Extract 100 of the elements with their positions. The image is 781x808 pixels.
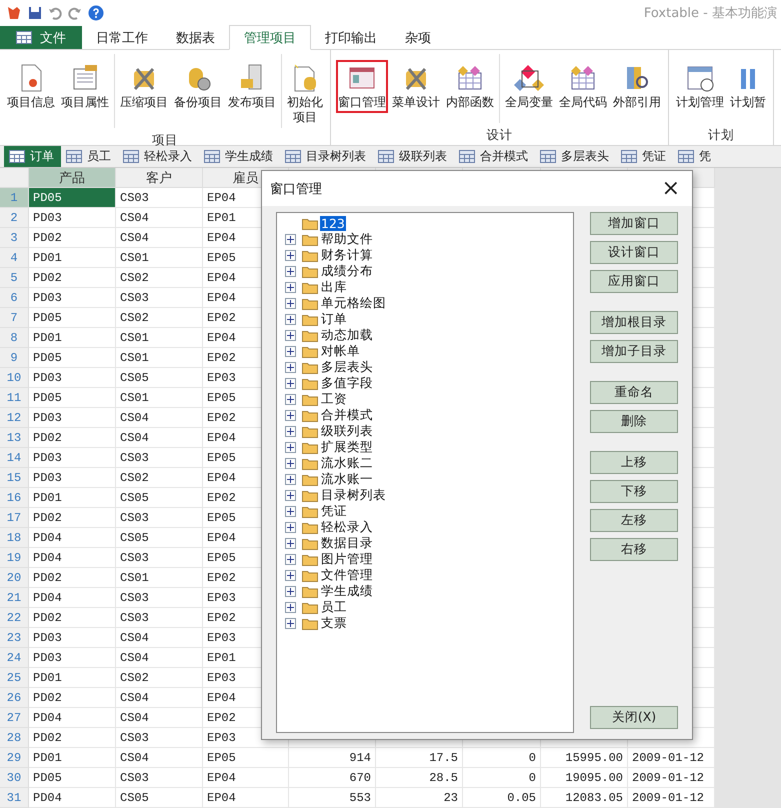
expand-icon[interactable] [285,314,296,324]
expand-icon[interactable] [285,298,296,308]
table-tab[interactable]: 目录树列表 [280,146,373,167]
row-number[interactable]: 25 [0,668,29,688]
row-number[interactable]: 12 [0,408,29,428]
expand-icon[interactable] [285,394,296,404]
ribbon-button[interactable]: 发布项目 [226,60,278,113]
ribbon-button[interactable]: 全局变量 [503,60,555,113]
tree-item[interactable]: 图片管理 [320,550,374,568]
ribbon-button[interactable]: 计划暂 [728,60,768,113]
tree-item[interactable]: 扩展类型 [320,438,374,456]
ribbon-tab[interactable]: 杂项 [391,26,445,49]
tree-item[interactable]: 对帐单 [320,342,361,360]
ribbon-button[interactable]: 备份项目 [172,60,224,113]
table-tab[interactable]: 级联列表 [373,146,454,167]
row-number[interactable]: 17 [0,508,29,528]
row-number[interactable]: 23 [0,628,29,648]
tree-item[interactable]: 财务计算 [320,246,374,264]
row-number[interactable]: 15 [0,468,29,488]
row-number[interactable]: 16 [0,488,29,508]
table-tab[interactable]: 员工 [61,146,118,167]
row-number[interactable]: 2 [0,208,29,228]
row-number[interactable]: 4 [0,248,29,268]
row-number[interactable]: 26 [0,688,29,708]
row-number[interactable]: 24 [0,648,29,668]
expand-icon[interactable] [285,538,296,548]
row-number[interactable]: 14 [0,448,29,468]
expand-icon[interactable] [285,570,296,580]
expand-icon[interactable] [285,490,296,500]
row-number[interactable]: 7 [0,308,29,328]
ribbon-button[interactable]: 窗口管理 [336,60,388,113]
tree-item[interactable]: 轻松录入 [320,518,374,536]
tree-item[interactable]: 流水账二 [320,454,374,472]
dialog-button[interactable]: 应用窗口 [590,270,678,293]
expand-icon[interactable] [285,474,296,484]
ribbon-button[interactable]: 外部引用 [611,60,663,113]
dialog-button[interactable]: 下移 [590,480,678,503]
row-number[interactable]: 6 [0,288,29,308]
expand-icon[interactable] [285,250,296,260]
ribbon-button[interactable]: 菜单设计 [390,60,442,113]
tree-item[interactable]: 凭证 [320,502,348,520]
tree-item[interactable]: 订单 [320,310,348,328]
tree-item[interactable]: 文件管理 [320,566,374,584]
tree-item[interactable]: 多层表头 [320,358,374,376]
column-header[interactable]: 产品 [29,168,116,188]
row-number[interactable]: 13 [0,428,29,448]
ribbon-tab[interactable]: 数据表 [162,26,229,49]
expand-icon[interactable] [285,266,296,276]
dialog-button[interactable]: 增加子目录 [590,340,678,363]
dialog-button[interactable]: 删除 [590,410,678,433]
row-number[interactable]: 3 [0,228,29,248]
ribbon-tab[interactable]: 打印输出 [311,26,391,49]
table-tab[interactable]: 轻松录入 [118,146,199,167]
tree-item[interactable]: 支票 [320,614,348,632]
tree-item[interactable]: 员工 [320,598,348,616]
row-number[interactable]: 10 [0,368,29,388]
column-header[interactable]: 客户 [116,168,203,188]
dialog-button[interactable]: 左移 [590,509,678,532]
expand-icon[interactable] [285,378,296,388]
dialog-button[interactable]: 增加根目录 [590,311,678,334]
table-tab[interactable]: 学生成绩 [199,146,280,167]
tree-item[interactable]: 工资 [320,390,348,408]
redo-icon[interactable] [68,6,82,20]
dialog-button[interactable]: 右移 [590,538,678,561]
ribbon-button[interactable]: 全局代码 [557,60,609,113]
table-tab[interactable]: 凭 [673,146,718,167]
undo-icon[interactable] [48,6,62,20]
expand-icon[interactable] [285,586,296,596]
expand-icon[interactable] [285,346,296,356]
ribbon-tab[interactable]: 日常工作 [82,26,162,49]
row-number[interactable]: 5 [0,268,29,288]
expand-icon[interactable] [285,506,296,516]
tree-item[interactable]: 多值字段 [320,374,374,392]
row-number[interactable]: 21 [0,588,29,608]
ribbon-button[interactable]: 计划管理 [674,60,726,113]
table-tab[interactable]: 订单 [4,146,61,167]
row-number[interactable]: 9 [0,348,29,368]
expand-icon[interactable] [285,618,296,628]
dialog-button[interactable]: 上移 [590,451,678,474]
tree-item[interactable]: 学生成绩 [320,582,374,600]
expand-icon[interactable] [285,602,296,612]
file-tab[interactable]: 文件 [0,26,82,49]
row-number[interactable]: 11 [0,388,29,408]
expand-icon[interactable] [285,426,296,436]
expand-icon[interactable] [285,442,296,452]
close-dialog-button[interactable]: 关闭(X) [590,706,678,729]
row-number[interactable]: 18 [0,528,29,548]
row-number[interactable]: 29 [0,748,29,768]
close-button[interactable]: × [658,178,684,198]
expand-icon[interactable] [285,522,296,532]
table-tab[interactable]: 凭证 [616,146,673,167]
expand-icon[interactable] [285,362,296,372]
tree-item[interactable]: 帮助文件 [320,230,374,248]
expand-icon[interactable] [285,458,296,468]
dialog-button[interactable]: 重命名 [590,381,678,404]
tree-item[interactable]: 123 [320,216,346,230]
ribbon-button[interactable]: 项目信息 [5,60,57,113]
table-tab[interactable]: 多层表头 [535,146,616,167]
dialog-button[interactable]: 设计窗口 [590,241,678,264]
tree-item[interactable]: 出库 [320,278,348,296]
